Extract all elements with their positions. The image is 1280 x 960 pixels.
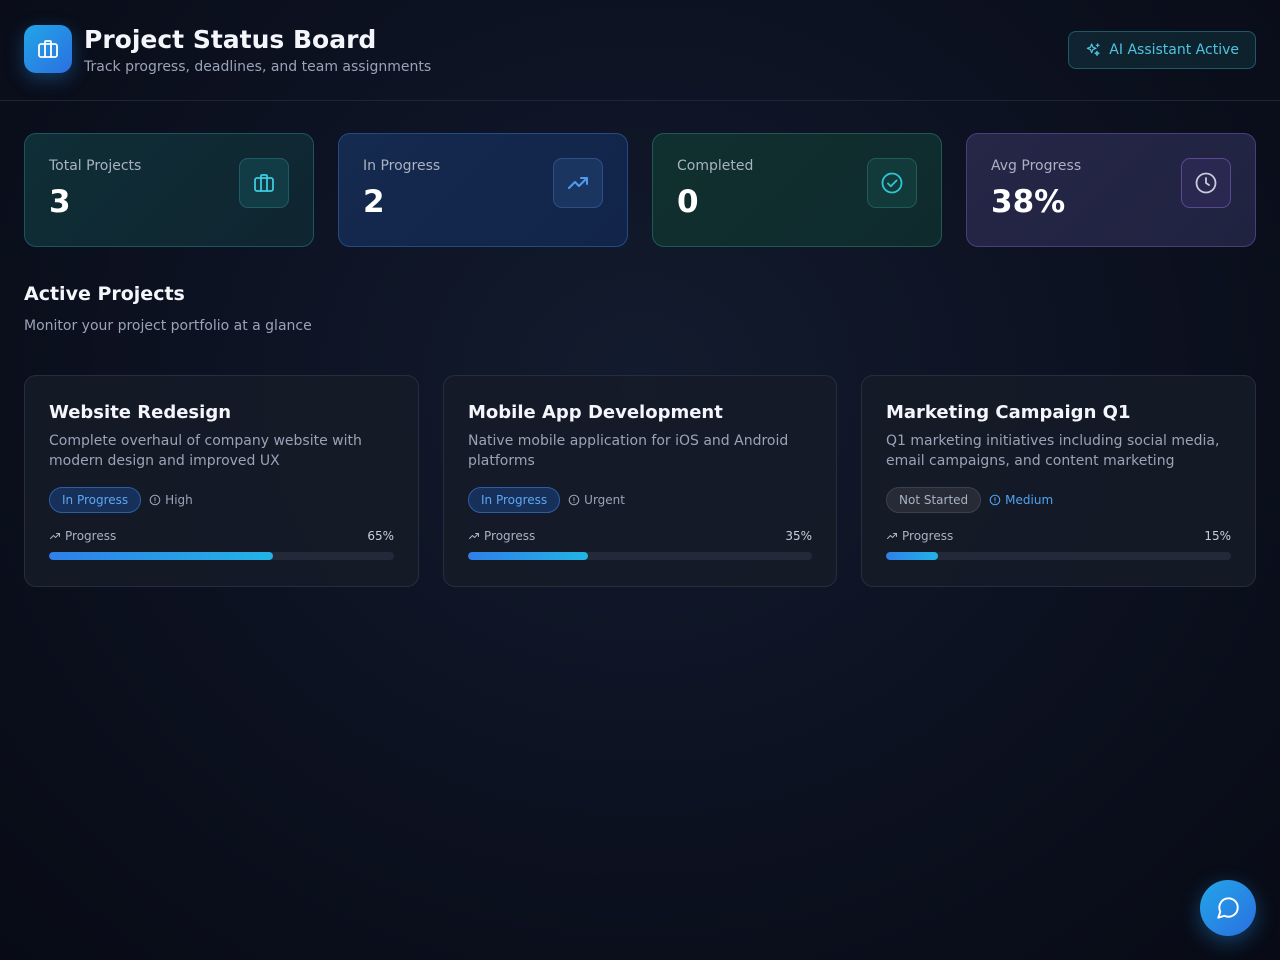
- trending-up-icon: [887, 533, 897, 539]
- alert-circle-icon: [568, 494, 580, 506]
- priority-indicator: High: [149, 493, 193, 507]
- project-name: Website Redesign: [49, 402, 232, 423]
- priority-label: Medium: [1005, 493, 1054, 507]
- section-title: Active Projects: [24, 283, 185, 305]
- progress-value: 35%: [785, 529, 812, 543]
- message-circle-icon: [1217, 897, 1239, 919]
- progress-bar: [468, 552, 812, 560]
- status-badge: Not Started: [886, 487, 982, 513]
- alert-circle-icon: [989, 494, 1001, 506]
- project-card-marketing-campaign[interactable]: Marketing Campaign Q1 Q1 marketing initi…: [861, 375, 1256, 587]
- project-card-website-redesign[interactable]: Website Redesign Complete overhaul of co…: [24, 375, 419, 587]
- priority-indicator: Urgent: [568, 493, 625, 507]
- project-description: Complete overhaul of company website wit…: [49, 433, 362, 469]
- project-description: Native mobile application for iOS and An…: [468, 433, 789, 469]
- trending-up-icon: [553, 158, 603, 208]
- priority-label: High: [165, 493, 193, 507]
- progress-label-group: Progress: [886, 529, 953, 543]
- ai-assistant-button[interactable]: AI Assistant Active: [1068, 31, 1256, 69]
- progress-row: Progress 15%: [886, 529, 1231, 543]
- ai-assistant-label: AI Assistant Active: [1109, 42, 1239, 58]
- priority-label: Urgent: [584, 493, 625, 507]
- trending-up-icon: [50, 533, 60, 539]
- progress-fill: [49, 552, 274, 560]
- priority-indicator: Medium: [989, 493, 1053, 507]
- briefcase-icon: [239, 158, 289, 208]
- progress-value: 15%: [1204, 529, 1231, 543]
- project-tags: In Progress High: [49, 487, 394, 513]
- progress-label-group: Progress: [49, 529, 116, 543]
- progress-label: Progress: [902, 529, 954, 543]
- sparkles-icon: [1087, 43, 1100, 56]
- progress-bar: [49, 552, 394, 560]
- title-group: Project Status Board Track progress, dea…: [84, 25, 431, 75]
- clock-icon: [1181, 158, 1231, 208]
- stat-total-projects: Total Projects 3: [24, 133, 314, 247]
- project-list: Website Redesign Complete overhaul of co…: [0, 334, 1280, 587]
- status-badge: In Progress: [468, 487, 561, 513]
- stat-avg-progress: Avg Progress 38%: [966, 133, 1256, 247]
- progress-fill: [468, 552, 589, 560]
- chat-button[interactable]: [1200, 880, 1256, 936]
- progress-label: Progress: [484, 529, 536, 543]
- progress-fill: [886, 552, 938, 560]
- app-header: Project Status Board Track progress, dea…: [0, 0, 1280, 101]
- project-tags: In Progress Urgent: [468, 487, 812, 513]
- briefcase-logo-icon: [24, 25, 72, 73]
- alert-circle-icon: [149, 494, 161, 506]
- project-name: Marketing Campaign Q1: [886, 402, 1131, 423]
- progress-row: Progress 35%: [468, 529, 812, 543]
- progress-label-group: Progress: [468, 529, 535, 543]
- project-tags: Not Started Medium: [886, 487, 1231, 513]
- project-description: Q1 marketing initiatives including socia…: [886, 433, 1220, 469]
- progress-label: Progress: [65, 529, 117, 543]
- app-subtitle: Track progress, deadlines, and team assi…: [84, 59, 432, 75]
- check-circle-icon: [867, 158, 917, 208]
- progress-bar: [886, 552, 1231, 560]
- stat-completed: Completed 0: [652, 133, 942, 247]
- project-name: Mobile App Development: [468, 402, 723, 423]
- stats-row: Total Projects 3 In Progress 2 Completed…: [0, 101, 1280, 247]
- trending-up-icon: [469, 533, 479, 539]
- stat-in-progress: In Progress 2: [338, 133, 628, 247]
- status-badge: In Progress: [49, 487, 142, 513]
- app-title: Project Status Board: [84, 25, 377, 54]
- progress-value: 65%: [367, 529, 394, 543]
- progress-row: Progress 65%: [49, 529, 394, 543]
- project-card-mobile-app[interactable]: Mobile App Development Native mobile app…: [443, 375, 837, 587]
- section-subtitle: Monitor your project portfolio at a glan…: [24, 318, 312, 334]
